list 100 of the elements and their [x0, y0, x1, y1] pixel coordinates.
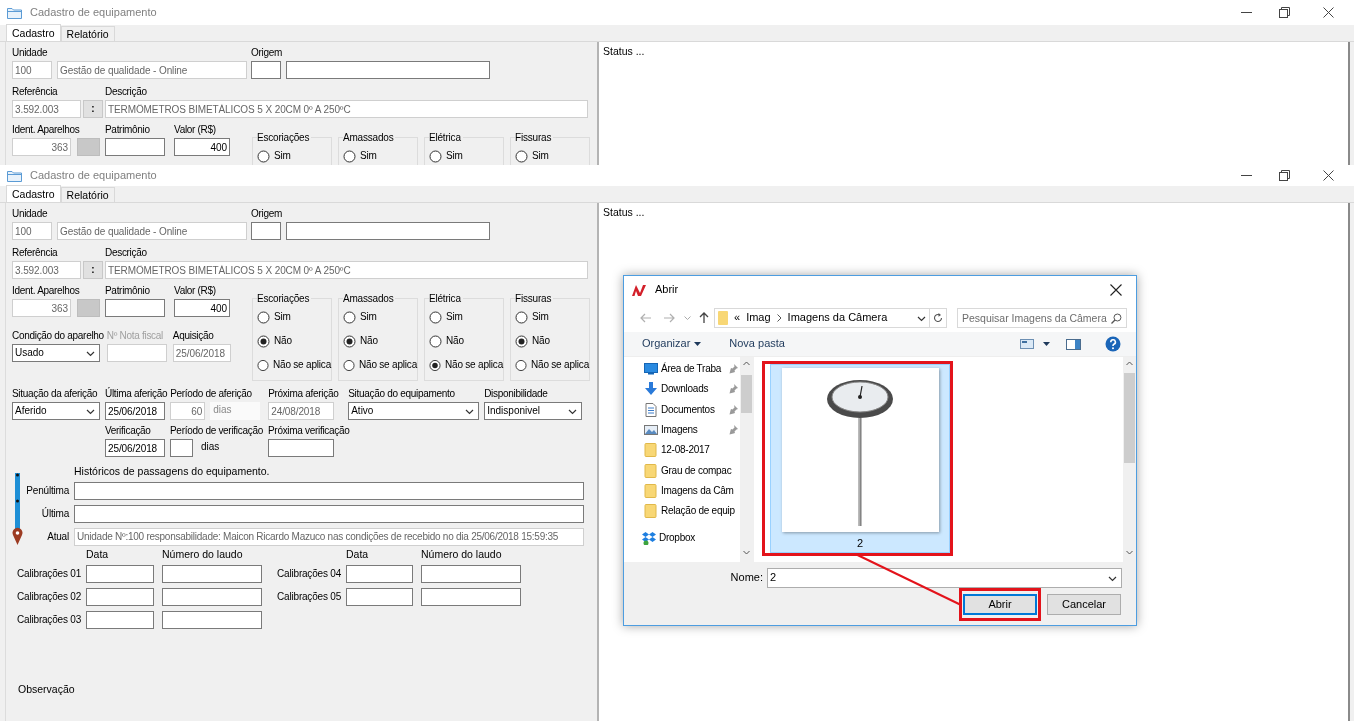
- date-field[interactable]: [86, 587, 154, 606]
- history-field[interactable]: Unidade Nº:100 responsabilidade: Maicon Ricardo Mazuco nas condições de recebido no dia 25/06/2018 15:59:35: [74, 527, 584, 546]
- nav-item[interactable]: 12-08-2017: [624, 440, 740, 461]
- origin-name-field[interactable]: [286, 222, 490, 240]
- field-label: Nº Nota fiscal: [106, 329, 164, 342]
- device-id-field[interactable]: 363: [12, 138, 71, 156]
- report-number-field[interactable]: [421, 587, 521, 606]
- chevron-icon: [568, 407, 578, 415]
- report-number-field[interactable]: [162, 587, 262, 606]
- date-field[interactable]: 25/06/2018: [105, 439, 165, 457]
- folder-icon: [644, 443, 658, 458]
- radio-option[interactable]: Sim: [515, 305, 589, 329]
- radio-option[interactable]: Não: [257, 329, 331, 353]
- nav-item[interactable]: Imagens: [624, 419, 740, 441]
- reference-field[interactable]: 3.592.003: [12, 261, 81, 279]
- date-field[interactable]: [86, 610, 154, 629]
- breadcrumb-item[interactable]: Imag: [746, 311, 771, 325]
- date-field[interactable]: [86, 564, 154, 583]
- nav-item[interactable]: Imagens da Câm: [624, 480, 740, 502]
- radio-option[interactable]: Sim: [429, 305, 503, 329]
- lookup-button[interactable]: :: [83, 100, 103, 118]
- radio-option[interactable]: Não se aplica: [515, 353, 589, 377]
- radio-option[interactable]: Não se aplica: [429, 353, 503, 377]
- radio-option[interactable]: Sim: [515, 144, 589, 165]
- date-field[interactable]: [346, 587, 413, 606]
- description-field[interactable]: TERMÔMETROS BIMETÁLICOS 5 X 20CM 0º A 250ºC: [105, 261, 588, 279]
- history-field[interactable]: [74, 481, 584, 500]
- lookup-button[interactable]: :: [83, 261, 103, 279]
- breadcrumb-item[interactable]: «: [734, 311, 741, 325]
- file-tile[interactable]: 2: [770, 364, 950, 553]
- report-number-field[interactable]: [162, 564, 262, 583]
- group-title: Fissuras: [515, 292, 554, 305]
- refresh-button[interactable]: [930, 308, 947, 328]
- report-number-field[interactable]: [162, 610, 262, 629]
- radio-option[interactable]: Não: [429, 329, 503, 353]
- radio-option[interactable]: Não: [343, 329, 417, 353]
- acquisition-date-field[interactable]: 25/06/2018: [172, 344, 231, 362]
- calibration-status-dropdown[interactable]: Aferido: [12, 402, 100, 420]
- radio-option[interactable]: Não: [515, 329, 589, 353]
- radio-option[interactable]: Sim: [343, 144, 417, 165]
- tab[interactable]: Cadastro: [6, 24, 61, 41]
- nav-item[interactable]: Área de Traba: [624, 359, 740, 380]
- period-field[interactable]: 60: [170, 402, 206, 420]
- chevron-icon: [86, 407, 95, 415]
- view-button[interactable]: [1017, 339, 1053, 349]
- condition-dropdown[interactable]: Usado: [12, 344, 100, 362]
- date-field[interactable]: 24/08/2018: [268, 402, 335, 420]
- nav-item[interactable]: Dropbox: [624, 521, 740, 556]
- dialog-button[interactable]: Cancelar: [1047, 594, 1121, 615]
- address-bar[interactable]: « Imag Imagens da Câmera: [714, 308, 930, 328]
- asset-field[interactable]: [105, 299, 165, 317]
- origin-code-field[interactable]: [251, 222, 281, 240]
- radio-option[interactable]: Sim: [257, 144, 331, 165]
- description-field[interactable]: TERMÔMETROS BIMETÁLICOS 5 X 20CM 0º A 250ºC: [105, 100, 588, 118]
- origin-code-field[interactable]: [251, 61, 281, 79]
- toolbar-button[interactable]: Nova pasta: [726, 337, 788, 351]
- field-label: Situação do equipamento: [348, 387, 456, 400]
- history-field[interactable]: [74, 504, 584, 523]
- close-icon: [1322, 7, 1334, 18]
- nav-item[interactable]: Downloads: [624, 379, 740, 400]
- value-field[interactable]: 400: [174, 299, 230, 317]
- dialog-button[interactable]: Abrir: [963, 594, 1037, 615]
- document-icon: [644, 402, 658, 417]
- tab[interactable]: Relatório: [60, 26, 115, 41]
- report-number-field[interactable]: [421, 564, 521, 583]
- origin-name-field[interactable]: [286, 61, 490, 79]
- nav-item[interactable]: Documentos: [624, 399, 740, 420]
- availability-dropdown[interactable]: Indisponivel: [484, 402, 583, 420]
- radio-option[interactable]: Não se aplica: [343, 353, 417, 377]
- unit-code-field[interactable]: 100: [12, 222, 52, 240]
- preview-pane-button[interactable]: [1063, 338, 1084, 350]
- date-field[interactable]: [346, 564, 413, 583]
- folder-icon: [644, 483, 658, 498]
- reference-field[interactable]: 3.592.003: [12, 100, 81, 118]
- column-header: Número do laudo: [421, 547, 502, 562]
- unit-name-field[interactable]: Gestão de qualidade - Online: [57, 61, 247, 79]
- tab[interactable]: Relatório: [60, 187, 115, 202]
- radio-option[interactable]: Sim: [429, 144, 503, 165]
- breadcrumb-item[interactable]: Imagens da Câmera: [787, 311, 888, 325]
- unit-code-field[interactable]: 100: [12, 61, 52, 79]
- folder-icon: [718, 311, 728, 325]
- search-field[interactable]: Pesquisar Imagens da Câmera: [957, 308, 1127, 328]
- equipment-status-dropdown[interactable]: Ativo: [348, 402, 480, 420]
- date-field[interactable]: [268, 439, 334, 457]
- date-field[interactable]: 25/06/2018: [105, 402, 165, 420]
- toolbar-button[interactable]: Organizar: [639, 337, 705, 351]
- radio-option[interactable]: Sim: [343, 305, 417, 329]
- period-field[interactable]: [170, 439, 193, 457]
- radio-option[interactable]: Não se aplica: [257, 353, 331, 377]
- nav-item[interactable]: Grau de compac: [624, 460, 740, 481]
- radio-option[interactable]: Sim: [257, 305, 331, 329]
- value-field[interactable]: 400: [174, 138, 230, 156]
- tab[interactable]: Cadastro: [6, 185, 61, 202]
- folder-icon: [644, 463, 658, 478]
- file-name-combo[interactable]: 2: [767, 568, 1122, 588]
- unit-name-field[interactable]: Gestão de qualidade - Online: [57, 222, 247, 240]
- asset-field[interactable]: [105, 138, 165, 156]
- device-id-field[interactable]: 363: [12, 299, 71, 317]
- nav-item[interactable]: Relação de equip: [624, 501, 740, 522]
- group-title: Amassados: [343, 131, 396, 144]
